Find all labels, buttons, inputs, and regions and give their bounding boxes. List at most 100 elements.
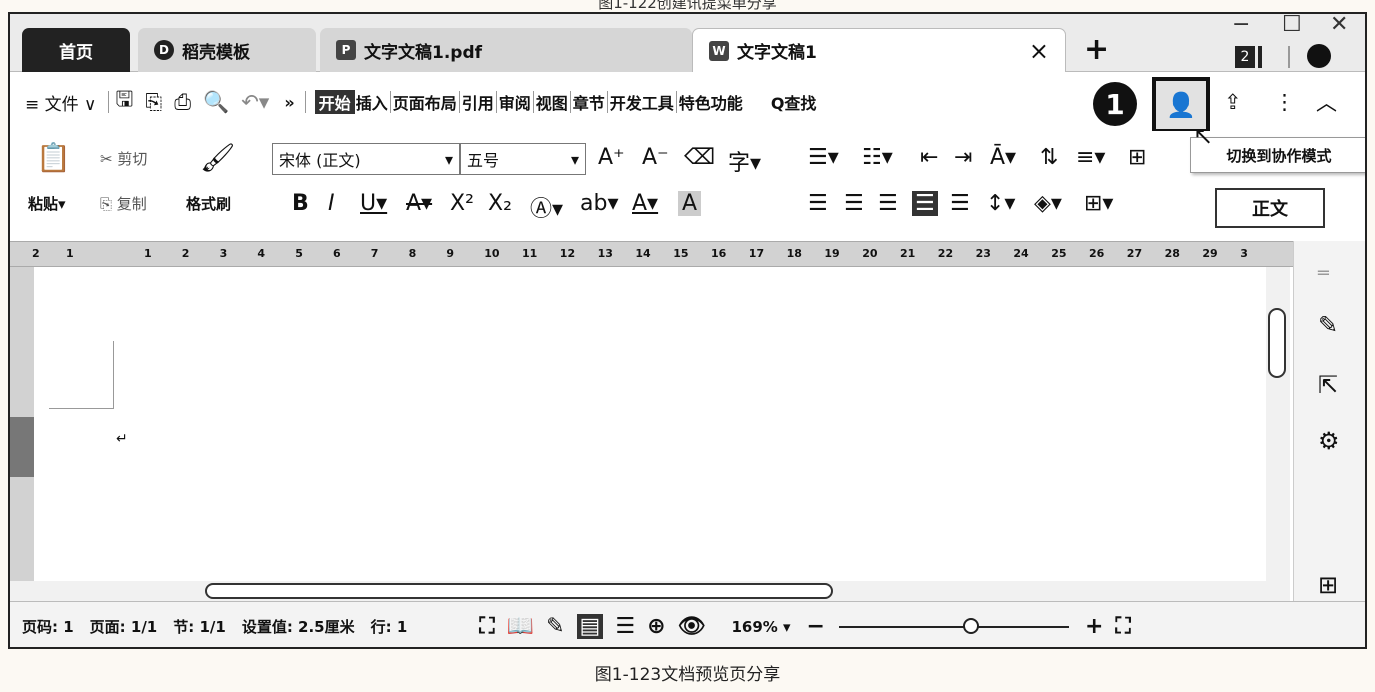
menu-tab-references[interactable]: 引用 bbox=[461, 90, 495, 114]
menu-tab-view[interactable]: 视图 bbox=[535, 90, 569, 114]
settings-sliders-icon[interactable]: ⚙ bbox=[1318, 427, 1340, 455]
copy-button[interactable]: ⎘ 复制 bbox=[100, 193, 147, 214]
style-normal[interactable]: 正文 bbox=[1215, 188, 1325, 228]
italic-icon[interactable]: I bbox=[328, 191, 335, 216]
font-size-select[interactable]: 五号 ▾ bbox=[460, 143, 586, 175]
line-tools-icon[interactable]: ≡▾ bbox=[1076, 145, 1105, 170]
pen-icon[interactable]: ✎ bbox=[1318, 311, 1338, 339]
menu-tab-insert[interactable]: 插入 bbox=[355, 90, 389, 114]
tab-document[interactable]: W 文字文稿1 × bbox=[692, 28, 1066, 72]
web-view-icon[interactable]: ⊕ bbox=[647, 614, 665, 639]
strikethrough-icon[interactable]: A▾ bbox=[406, 191, 432, 216]
zoom-in-button[interactable]: + bbox=[1085, 614, 1103, 639]
highlight-icon[interactable]: ab▾ bbox=[580, 191, 619, 216]
align-left-icon[interactable]: ☰ bbox=[808, 191, 828, 216]
row-status[interactable]: 行: 1 bbox=[371, 616, 408, 637]
outline-view-icon[interactable]: ☰ bbox=[615, 614, 635, 639]
close-window-icon[interactable]: ✕ bbox=[1330, 14, 1348, 37]
zoom-slider-thumb[interactable] bbox=[962, 617, 979, 634]
minimize-icon[interactable]: − bbox=[1232, 14, 1250, 37]
tab-daoke-template[interactable]: D 稻壳模板 bbox=[138, 28, 316, 72]
avatar[interactable] bbox=[1307, 44, 1331, 68]
border-icon[interactable]: ⊞▾ bbox=[1084, 191, 1113, 216]
share-icon[interactable]: ⇪ bbox=[1224, 90, 1242, 114]
align-right-icon[interactable]: ☰ bbox=[878, 191, 898, 216]
save-icon[interactable]: 🖫 bbox=[116, 85, 134, 120]
menu-tab-review[interactable]: 审阅 bbox=[498, 90, 532, 114]
fullscreen-icon[interactable]: ⛶ bbox=[479, 614, 494, 639]
apps-grid-icon[interactable]: ⊞ bbox=[1318, 571, 1338, 599]
cut-button[interactable]: ✂ 剪切 bbox=[100, 148, 147, 169]
menu-tab-chapter[interactable]: 章节 bbox=[572, 90, 606, 114]
grow-font-icon[interactable]: A⁺ bbox=[598, 145, 625, 170]
align-center-icon[interactable]: ☰ bbox=[844, 191, 864, 216]
tab-home-label: 首页 bbox=[59, 42, 93, 63]
eye-protection-icon[interactable]: 👁 bbox=[678, 614, 706, 639]
menu-tab-start[interactable]: 开始 bbox=[314, 90, 355, 114]
close-tab-icon[interactable]: × bbox=[1029, 37, 1049, 65]
zoom-slider[interactable] bbox=[838, 617, 1069, 634]
search-button[interactable]: Q查找 bbox=[770, 90, 818, 114]
ruler-tick-label: 1 bbox=[144, 247, 152, 260]
paste-button[interactable]: 粘贴▾ bbox=[28, 193, 66, 214]
cursor-select-icon[interactable]: ⇱ bbox=[1318, 371, 1338, 399]
bold-icon[interactable]: B bbox=[292, 191, 309, 216]
write-mode-icon[interactable]: ✎ bbox=[546, 614, 564, 639]
menu-tab-features[interactable]: 特色功能 bbox=[678, 90, 744, 114]
horizontal-scroll-thumb[interactable] bbox=[205, 583, 833, 599]
char-shading-icon[interactable]: A bbox=[678, 191, 702, 216]
tab-pdf[interactable]: P 文字文稿1.pdf bbox=[320, 28, 692, 72]
status-bar: 页码: 1 页面: 1/1 节: 1/1 设置值: 2.5厘米 行: 1 ⛶ 📖… bbox=[10, 601, 1365, 647]
collapse-ribbon-icon[interactable]: ︿ bbox=[1316, 87, 1337, 117]
subscript-icon[interactable]: X₂ bbox=[488, 191, 512, 216]
maximize-icon[interactable]: ☐ bbox=[1282, 14, 1302, 37]
setting-status[interactable]: 设置值: 2.5厘米 bbox=[242, 616, 355, 637]
clear-format-icon[interactable]: ⌫ bbox=[684, 145, 715, 170]
table-icon[interactable]: ⊞ bbox=[1128, 145, 1146, 170]
zoom-select[interactable]: 169% ▾ bbox=[731, 618, 790, 636]
justify-icon[interactable]: ☰ bbox=[912, 191, 938, 216]
page-view-icon[interactable]: ▤ bbox=[576, 614, 604, 639]
underline-icon[interactable]: U▾ bbox=[360, 191, 387, 216]
line-spacing-icon[interactable]: ↕▾ bbox=[986, 191, 1015, 216]
document-canvas[interactable]: ↵ bbox=[34, 267, 1266, 581]
font-family-select[interactable]: 宋体 (正文) ▾ bbox=[272, 143, 460, 175]
change-case-icon[interactable]: Ā▾ bbox=[990, 145, 1016, 170]
pages-status[interactable]: 页面: 1/1 bbox=[90, 616, 158, 637]
text-effect-icon[interactable]: Ⓐ▾ bbox=[530, 191, 563, 223]
new-tab-button[interactable]: + bbox=[1084, 32, 1109, 67]
undo-icon[interactable]: ↶▾ bbox=[241, 90, 269, 114]
window-count-badge[interactable]: 2 bbox=[1235, 46, 1255, 68]
numbering-icon[interactable]: ☷▾ bbox=[862, 145, 893, 170]
read-mode-icon[interactable]: 📖 bbox=[507, 614, 534, 639]
format-painter-icon[interactable]: 🖌 bbox=[200, 141, 236, 174]
more-tools-button[interactable]: » bbox=[283, 93, 295, 112]
print-icon[interactable]: ⎙ bbox=[174, 90, 191, 115]
increase-indent-icon[interactable]: ⇥ bbox=[954, 145, 972, 170]
ruler-tick-label: 8 bbox=[408, 247, 417, 260]
font-color-icon[interactable]: A▾ bbox=[632, 191, 658, 216]
menu-tab-layout[interactable]: 页面布局 bbox=[392, 90, 458, 114]
drag-handle-icon[interactable]: ═ bbox=[1318, 263, 1329, 284]
decrease-indent-icon[interactable]: ⇤ bbox=[920, 145, 938, 170]
zoom-out-button[interactable]: − bbox=[807, 614, 825, 639]
menu-tab-developer[interactable]: 开发工具 bbox=[609, 90, 675, 114]
bullets-icon[interactable]: ☰▾ bbox=[808, 145, 839, 170]
shrink-font-icon[interactable]: A⁻ bbox=[642, 145, 669, 170]
page-number-status[interactable]: 页码: 1 bbox=[22, 616, 74, 637]
paste-icon[interactable]: 📋 bbox=[36, 141, 71, 174]
fit-window-icon[interactable]: ⛶ bbox=[1115, 614, 1130, 639]
format-painter-button[interactable]: 格式刷 bbox=[186, 193, 231, 214]
tab-home[interactable]: 首页 bbox=[22, 28, 130, 72]
section-status[interactable]: 节: 1/1 bbox=[173, 616, 226, 637]
file-menu[interactable]: ≡ 文件 ∨ bbox=[24, 90, 98, 115]
more-options-icon[interactable]: ⋮ bbox=[1274, 90, 1295, 114]
vertical-scroll-thumb[interactable] bbox=[1268, 308, 1286, 378]
export-icon[interactable]: ⎘ bbox=[145, 90, 162, 115]
distributed-icon[interactable]: ☰ bbox=[950, 191, 970, 216]
sort-icon[interactable]: ⇅ bbox=[1040, 145, 1058, 170]
pinyin-icon[interactable]: 字▾ bbox=[728, 145, 761, 177]
print-preview-icon[interactable]: 🔍 bbox=[203, 90, 229, 115]
superscript-icon[interactable]: X² bbox=[450, 191, 474, 216]
shading-icon[interactable]: ◈▾ bbox=[1034, 191, 1062, 216]
